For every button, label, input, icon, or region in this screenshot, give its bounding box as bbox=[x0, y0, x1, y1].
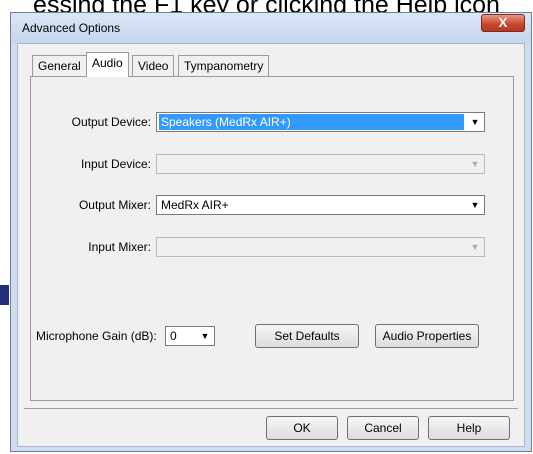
tab-general-label: General bbox=[38, 59, 81, 73]
tab-tympanometry-label: Tympanometry bbox=[184, 59, 264, 73]
tab-video-label: Video bbox=[138, 59, 169, 73]
chevron-down-icon: ▼ bbox=[470, 159, 480, 169]
microphone-gain-value: 0 bbox=[170, 329, 177, 343]
dialog-client-area: General Audio Video Tympanometry Output … bbox=[17, 43, 525, 447]
close-icon: X bbox=[498, 15, 508, 30]
audio-properties-label: Audio Properties bbox=[382, 329, 472, 343]
ok-button[interactable]: OK bbox=[266, 416, 338, 440]
title-bar[interactable]: Advanced Options X bbox=[11, 13, 531, 43]
chevron-down-icon: ▼ bbox=[200, 331, 210, 341]
tab-general[interactable]: General bbox=[32, 55, 87, 76]
help-button[interactable]: Help bbox=[428, 416, 510, 440]
tab-video[interactable]: Video bbox=[132, 55, 175, 76]
set-defaults-button[interactable]: Set Defaults bbox=[255, 324, 359, 348]
advanced-options-dialog: Advanced Options X General Audio Video T… bbox=[10, 12, 532, 452]
cancel-label: Cancel bbox=[364, 421, 402, 435]
input-device-label: Input Device: bbox=[80, 157, 151, 171]
close-button[interactable]: X bbox=[481, 14, 525, 32]
chevron-down-icon: ▼ bbox=[470, 242, 480, 252]
tab-audio-label: Audio bbox=[92, 56, 123, 70]
dialog-title: Advanced Options bbox=[22, 21, 121, 35]
input-device-select[interactable]: ▼ bbox=[156, 154, 485, 174]
microphone-gain-label: Microphone Gain (dB): bbox=[36, 329, 157, 343]
help-label: Help bbox=[456, 421, 482, 435]
output-device-label: Output Device: bbox=[71, 115, 151, 129]
input-mixer-value bbox=[159, 239, 163, 255]
input-mixer-label: Input Mixer: bbox=[88, 240, 151, 254]
audio-tab-panel: Output Device: Speakers (MedRx AIR+) ▼ I… bbox=[30, 76, 514, 401]
output-device-select[interactable]: Speakers (MedRx AIR+) ▼ bbox=[156, 112, 485, 132]
input-device-value bbox=[159, 156, 163, 172]
footer-separator bbox=[24, 408, 518, 409]
ok-label: OK bbox=[293, 421, 311, 435]
background-edge bbox=[0, 285, 9, 305]
input-mixer-select[interactable]: ▼ bbox=[156, 237, 485, 257]
audio-properties-button[interactable]: Audio Properties bbox=[375, 324, 479, 348]
output-device-value: Speakers (MedRx AIR+) bbox=[159, 114, 464, 130]
output-mixer-select[interactable]: MedRx AIR+ ▼ bbox=[156, 195, 485, 215]
output-mixer-value: MedRx AIR+ bbox=[161, 198, 229, 212]
chevron-down-icon: ▼ bbox=[470, 200, 480, 210]
tab-tympanometry[interactable]: Tympanometry bbox=[178, 55, 270, 76]
set-defaults-label: Set Defaults bbox=[274, 329, 340, 343]
microphone-gain-select[interactable]: 0 ▼ bbox=[165, 326, 215, 346]
output-mixer-label: Output Mixer: bbox=[78, 198, 151, 212]
chevron-down-icon: ▼ bbox=[470, 117, 480, 127]
cancel-button[interactable]: Cancel bbox=[347, 416, 419, 440]
tab-audio[interactable]: Audio bbox=[86, 52, 129, 77]
